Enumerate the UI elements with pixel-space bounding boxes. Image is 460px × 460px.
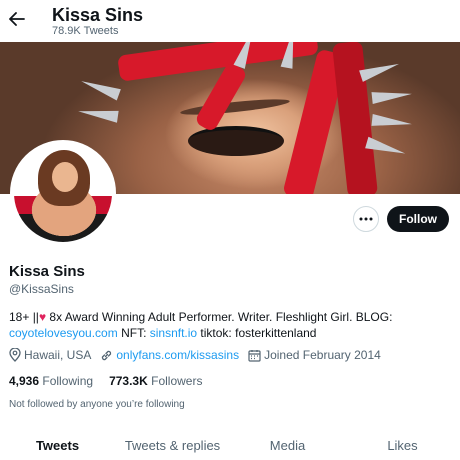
not-followed-note: Not followed by anyone you’re following	[9, 399, 185, 410]
location-pin-icon	[9, 348, 21, 362]
followers-count: 773.3K	[109, 374, 148, 388]
avatar[interactable]	[10, 140, 116, 246]
banner-spike	[359, 58, 401, 82]
following-stat[interactable]: 4,936 Following	[9, 374, 93, 388]
heart-icon: ♥	[38, 310, 47, 324]
profile-display-name: Kissa Sins	[9, 263, 85, 280]
location-item: Hawaii, USA	[9, 348, 91, 362]
link-icon	[102, 350, 112, 360]
tab-likes[interactable]: Likes	[345, 432, 460, 460]
following-label: Following	[42, 374, 94, 388]
top-bar: Kissa Sins 78.9K Tweets	[0, 0, 460, 42]
banner-brow	[179, 96, 291, 118]
following-count: 4,936	[9, 374, 40, 388]
bio-prefix: 18+ ||	[9, 310, 39, 324]
joined-text: Joined February 2014	[264, 348, 381, 362]
arrow-left-icon	[9, 12, 25, 26]
bio-link-blog[interactable]: coyotelovesyou.com	[9, 326, 118, 340]
banner-spike	[79, 75, 121, 101]
joined-item: Joined February 2014	[248, 348, 381, 362]
tab-tweets[interactable]: Tweets	[0, 432, 115, 460]
tab-tweets-replies[interactable]: Tweets & replies	[115, 432, 230, 460]
back-button[interactable]	[6, 6, 28, 32]
calendar-icon	[248, 349, 261, 362]
more-button[interactable]	[353, 206, 379, 232]
tab-media[interactable]: Media	[230, 432, 345, 460]
profile-stats: 4,936 Following 773.3K Followers	[9, 374, 218, 388]
more-dots-icon	[359, 217, 373, 221]
header-tweet-count: 78.9K Tweets	[52, 25, 119, 37]
profile-handle: @KissaSins	[9, 282, 74, 296]
banner-spike	[371, 87, 413, 105]
bio-text: 8x Award Winning Adult Performer. Writer…	[46, 310, 393, 324]
followers-stat[interactable]: 773.3K Followers	[109, 374, 202, 388]
website-link[interactable]: onlyfans.com/kissasins	[116, 348, 239, 362]
website-item: onlyfans.com/kissasins	[100, 348, 239, 362]
profile-tabs: Tweets Tweets & replies Media Likes	[0, 432, 460, 460]
header-name: Kissa Sins	[52, 5, 144, 25]
banner-spike	[77, 105, 119, 123]
banner-spike	[371, 113, 413, 131]
banner-strap	[331, 42, 379, 194]
followers-label: Followers	[151, 374, 203, 388]
profile-meta: Hawaii, USA onlyfans.com/kissasins Joine…	[9, 348, 390, 362]
banner-strap	[193, 61, 249, 133]
bio-suffix: tiktok: fosterkittenland	[197, 326, 317, 340]
bio-nft: NFT:	[117, 326, 150, 340]
banner-eye	[188, 126, 284, 156]
profile-bio: 18+ ||♥ 8x Award Winning Adult Performer…	[9, 309, 454, 341]
bio-link-nft[interactable]: sinsnft.io	[150, 326, 197, 340]
follow-button[interactable]: Follow	[387, 206, 449, 232]
location-text: Hawaii, USA	[24, 348, 92, 362]
